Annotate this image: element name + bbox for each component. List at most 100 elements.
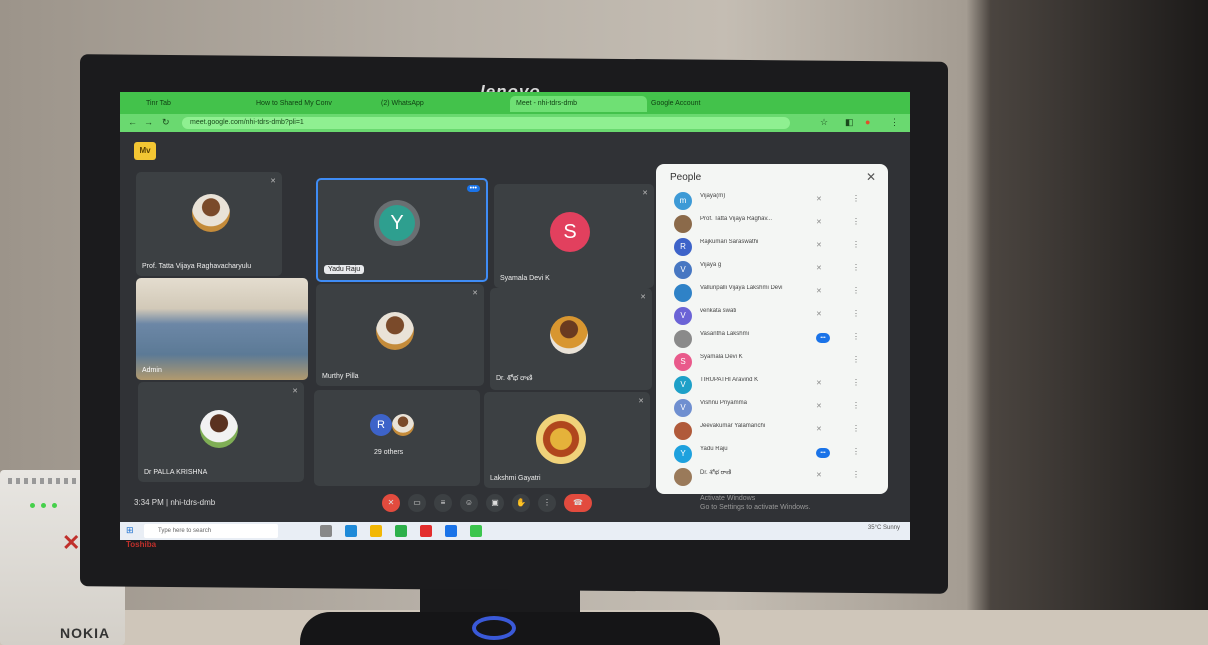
forward-icon[interactable]: →	[144, 117, 153, 127]
video-tile-speaking[interactable]: Y ••• Yadu Raju	[316, 178, 488, 282]
tab-whatsapp[interactable]: (2) WhatsApp	[375, 96, 512, 112]
tab-new-tab[interactable]: Tinr Tab	[140, 96, 257, 112]
star-icon[interactable]: ☆	[820, 117, 828, 128]
video-tile[interactable]: Admin	[136, 278, 308, 380]
video-tile[interactable]: ✕ Dr. శోభ రాణి	[490, 288, 652, 390]
monitor-screen: Tinr Tab How to Shared My Conv (2) Whats…	[120, 92, 910, 540]
video-tile[interactable]: S ✕ Syamala Devi K	[494, 184, 654, 288]
more-vert-icon[interactable]: ⋮	[852, 240, 860, 249]
participant-photo	[550, 316, 588, 354]
participant-row[interactable]: m Vijaya(m) ✕ ⋮	[666, 190, 878, 212]
participant-row[interactable]: Dr. శోభ రాణి ✕ ⋮	[666, 466, 878, 488]
mic-off-icon: ✕	[816, 472, 822, 479]
mic-off-icon: ✕	[642, 190, 648, 197]
avatar: V	[674, 399, 692, 417]
avatar	[674, 284, 692, 302]
tab-shared-conv[interactable]: How to Shared My Conv	[250, 96, 382, 112]
whatsapp-icon[interactable]	[470, 525, 482, 537]
participant-row[interactable]: Y Yadu Raju ••• ⋮	[666, 443, 878, 465]
avatar: Y	[379, 205, 415, 241]
meeting-clock: 3:34 PM | nhi-tdrs-dmb	[134, 498, 216, 507]
participant-row[interactable]: V Vishnu Priyamma ✕ ⋮	[666, 397, 878, 419]
more-vert-icon[interactable]: ⋮	[852, 263, 860, 272]
menu-icon[interactable]: ⋮	[890, 117, 899, 128]
more-vert-icon[interactable]: ⋮	[852, 447, 860, 456]
present-icon[interactable]: ▣	[486, 494, 504, 512]
more-vert-icon[interactable]: ⋮	[852, 424, 860, 433]
participant-name: Murthy Pilla	[322, 373, 359, 380]
close-icon[interactable]: ✕	[866, 170, 876, 184]
avatar: V	[674, 261, 692, 279]
classroom-video	[136, 278, 308, 380]
file-explorer-icon[interactable]	[370, 525, 382, 537]
more-vert-icon[interactable]: ⋮	[852, 355, 860, 364]
participant-row[interactable]: V venkata swati ✕ ⋮	[666, 305, 878, 327]
avatar: Y	[674, 445, 692, 463]
emoji-icon[interactable]: ☺	[460, 494, 478, 512]
avatar: R	[674, 238, 692, 256]
people-title: People	[670, 172, 702, 183]
weather-text: 35°C Sunny	[867, 525, 900, 531]
avatar	[674, 422, 692, 440]
more-vert-icon[interactable]: ⋮	[852, 309, 860, 318]
video-tile[interactable]: ✕ Prof. Tatta Vijaya Raghavacharyulu	[136, 172, 282, 276]
edge-icon[interactable]	[345, 525, 357, 537]
reload-icon[interactable]: ↻	[162, 117, 170, 128]
mic-toggle-icon[interactable]: ✕	[382, 494, 400, 512]
participant-row[interactable]: Valluripalli Vijaya Lakshmi Devi ✕ ⋮	[666, 282, 878, 304]
tab-meet[interactable]: Meet - nhi-tdrs-dmb	[510, 96, 647, 112]
captions-icon[interactable]: ≡	[434, 494, 452, 512]
participant-row[interactable]: V TIRUPATHI Aravind K ✕ ⋮	[666, 374, 878, 396]
app-icon[interactable]	[445, 525, 457, 537]
participant-name: Yadu Raju	[324, 265, 365, 274]
system-tray[interactable]: 35°C Sunny	[868, 525, 900, 531]
participant-row[interactable]: V Vijaya g ✕ ⋮	[666, 259, 878, 281]
participant-name: venkata swati	[700, 308, 737, 314]
avatar-ring: Y	[374, 200, 420, 246]
participant-name: Dr. శోభ రాణి	[700, 470, 732, 476]
task-view-icon[interactable]	[320, 525, 332, 537]
raise-hand-icon[interactable]: ✋	[512, 494, 530, 512]
participant-row[interactable]: Jeevakumar Yalamanchi ✕ ⋮	[666, 420, 878, 442]
youtube-icon[interactable]	[420, 525, 432, 537]
chrome-icon[interactable]	[395, 525, 407, 537]
mic-off-icon: ✕	[816, 403, 822, 410]
router-x-logo: ✕	[62, 530, 81, 555]
video-tile[interactable]: ✕ Murthy Pilla	[316, 284, 484, 386]
participant-row[interactable]: S Syamala Devi K ⋮	[666, 351, 878, 373]
tab-google-account[interactable]: Google Account	[645, 96, 762, 112]
more-vert-icon[interactable]: ⋮	[852, 286, 860, 295]
more-vert-icon[interactable]: ⋮	[852, 378, 860, 387]
sidepanel-icon[interactable]: ◧	[845, 117, 854, 128]
more-vert-icon[interactable]: ⋮	[852, 401, 860, 410]
video-tile[interactable]: ✕ Lakshmi Gayatri	[484, 392, 650, 488]
others-tile[interactable]: R 29 others	[314, 390, 480, 486]
more-options-icon[interactable]: ⋮	[538, 494, 556, 512]
windows-activation-watermark: Activate Windows Go to Settings to activ…	[700, 494, 811, 512]
leave-call-icon[interactable]: ☎	[564, 494, 592, 512]
meeting-code: nhi-tdrs-dmb	[170, 498, 216, 507]
meet-logo-icon: Mv	[134, 142, 156, 160]
participant-name: Vishnu Priyamma	[700, 400, 747, 406]
participant-row[interactable]: Prof. Tatta Vijaya Raghav... ✕ ⋮	[666, 213, 878, 235]
more-vert-icon[interactable]: ⋮	[852, 470, 860, 479]
more-vert-icon[interactable]: ⋮	[852, 194, 860, 203]
back-icon[interactable]: ←	[128, 117, 137, 127]
address-bar-row: ← → ↻ meet.google.com/nhi-tdrs-dmb?pli=1…	[120, 114, 910, 132]
participant-row[interactable]: R Rajkumari Saraswathi ✕ ⋮	[666, 236, 878, 258]
profile-icon[interactable]: ●	[865, 117, 870, 127]
mic-off-icon: ✕	[816, 265, 822, 272]
video-tile[interactable]: ✕ Dr PALLA KRISHNA	[138, 382, 304, 482]
more-vert-icon[interactable]: ⋮	[852, 217, 860, 226]
windows-start-icon[interactable]: ⊞	[126, 525, 134, 536]
participant-photo	[192, 194, 230, 232]
taskbar-search[interactable]: Type here to search	[144, 524, 278, 538]
more-vert-icon[interactable]: ⋮	[852, 332, 860, 341]
mic-off-icon: ✕	[816, 288, 822, 295]
url-field[interactable]: meet.google.com/nhi-tdrs-dmb?pli=1	[182, 117, 790, 129]
others-count: 29 others	[374, 449, 404, 456]
participant-row[interactable]: Vasantha Lakshmi ••• ⋮	[666, 328, 878, 350]
avatar: V	[674, 376, 692, 394]
camera-toggle-icon[interactable]: ▭	[408, 494, 426, 512]
speaking-indicator-icon: •••	[466, 185, 480, 192]
